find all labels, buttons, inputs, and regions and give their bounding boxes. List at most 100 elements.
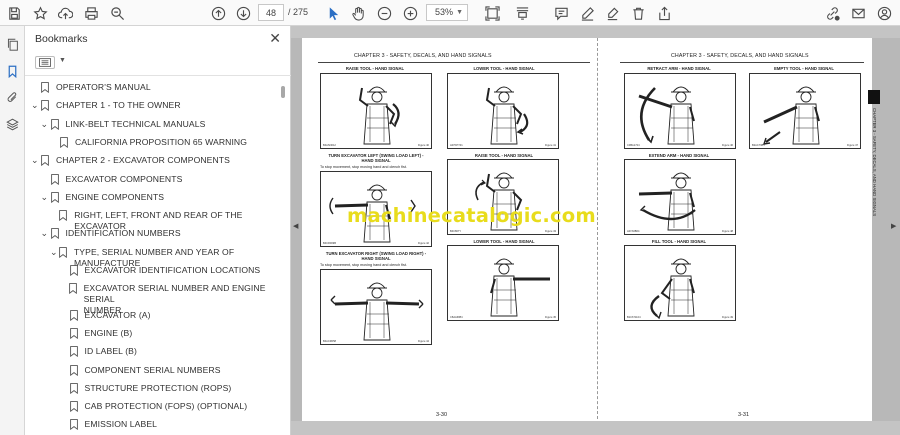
email-icon[interactable]: [848, 3, 868, 23]
left-header-rule: [318, 62, 590, 63]
next-page-icon[interactable]: [233, 3, 253, 23]
save-icon[interactable]: [4, 3, 24, 23]
figure-turn-right: B4ACR058 Figure 44: [320, 269, 432, 345]
bookmarks-icon[interactable]: [4, 63, 21, 80]
bookmark-label: CALIFORNIA PROPOSITION 65 WARNING: [75, 136, 248, 147]
search-icon[interactable]: [107, 3, 127, 23]
bookmark-icon: [41, 82, 49, 93]
upload-icon[interactable]: [55, 3, 75, 23]
bookmark-item[interactable]: EXCAVATOR COMPONENTS: [41, 174, 183, 190]
zoom-out-icon[interactable]: [374, 3, 394, 23]
zoom-level-select[interactable]: 53% ▼: [426, 4, 468, 21]
delete-icon[interactable]: [628, 3, 648, 23]
hand-signal-illustration: [485, 86, 529, 145]
bookmark-icon: [59, 210, 68, 222]
bookmark-item[interactable]: ⌄ CHAPTER 1 - TO THE OWNER: [31, 100, 181, 116]
bookmark-star-icon[interactable]: [30, 3, 50, 23]
main-toolbar: / 275 53%▼: [0, 0, 900, 26]
print-icon[interactable]: [81, 3, 101, 23]
bookmark-icon: [68, 283, 77, 295]
bookmark-item[interactable]: ENGINE (B): [60, 328, 133, 344]
chevron-down-icon[interactable]: ⌄: [41, 228, 51, 239]
bookmark-label: EMISSION LABEL: [84, 419, 158, 430]
figure-number: Figure 46: [722, 144, 733, 147]
figure-title: LOWER TOOL - HAND SIGNAL: [473, 239, 535, 244]
chevron-down-icon[interactable]: ⌄: [31, 155, 41, 166]
figure-number: Figure 41: [545, 144, 556, 147]
figure-code: B2AC79BY: [752, 144, 766, 147]
fit-page-icon[interactable]: [482, 3, 502, 23]
expand-panel-icon[interactable]: ▶: [891, 222, 896, 230]
chevron-down-icon[interactable]: ⌄: [41, 119, 51, 130]
bookmark-item[interactable]: STRUCTURE PROTECTION (ROPS): [60, 383, 232, 399]
bookmark-item[interactable]: CAB PROTECTION (FOPS) (OPTIONAL): [60, 401, 248, 417]
bookmark-item[interactable]: EMISSION LABEL: [60, 419, 158, 435]
bookmark-item[interactable]: ⌄ CHAPTER 2 - EXCAVATOR COMPONENTS: [31, 155, 230, 171]
bookmark-item[interactable]: EXCAVATOR IDENTIFICATION LOCATIONS: [60, 265, 261, 281]
figure-title: EMPTY TOOL - HAND SIGNAL: [774, 66, 834, 71]
close-icon[interactable]: ✕: [269, 30, 281, 47]
draw-pen-icon[interactable]: [577, 3, 597, 23]
figure-raise-tool: B4ASN012 Figure 40: [320, 73, 432, 149]
bookmark-item[interactable]: CALIFORNIA PROPOSITION 65 WARNING: [50, 137, 247, 153]
chevron-down-icon[interactable]: ⌄: [41, 192, 51, 203]
hand-pan-icon[interactable]: [348, 3, 368, 23]
figure-title: EXTEND ARM - HAND SIGNAL: [648, 153, 710, 158]
scroll-mode-icon[interactable]: [512, 3, 532, 23]
bookmark-label: OPERATOR'S MANUAL: [56, 82, 151, 92]
bookmark-icon: [50, 191, 59, 203]
attachments-icon[interactable]: [4, 89, 21, 106]
bookmark-item[interactable]: OPERATOR'S MANUAL: [31, 82, 151, 98]
comment-icon[interactable]: [551, 3, 571, 23]
bookmark-item[interactable]: EXCAVATOR (A): [60, 310, 151, 326]
chevron-down-icon[interactable]: ⌄: [31, 100, 41, 111]
figure-code: B4ACR058: [323, 340, 336, 343]
hand-signal-illustration: [638, 86, 695, 145]
prev-page-icon[interactable]: [208, 3, 228, 23]
bookmark-label: CAB PROTECTION (FOPS) (OPTIONAL): [84, 401, 248, 412]
left-page-number: 3-30: [436, 412, 448, 418]
bookmarks-header: Bookmarks ✕: [25, 26, 291, 52]
bookmark-icon: [69, 382, 78, 394]
bookmark-item[interactable]: RIGHT, LEFT, FRONT AND REAR OF THE EXCAV…: [50, 210, 279, 231]
page-number-input[interactable]: [258, 4, 284, 21]
account-icon[interactable]: [874, 3, 894, 23]
bookmark-item[interactable]: COMPONENT SERIAL NUMBERS: [60, 365, 221, 381]
figure-number: Figure 43: [545, 230, 556, 233]
bookmark-item[interactable]: ⌄ TYPE, SERIAL NUMBER AND YEAR OF MANUFAC…: [50, 247, 279, 268]
link-sign-icon[interactable]: [822, 3, 842, 23]
chapter-side-label: CHAPTER 3 - SAFETY, DECALS, AND HAND SIG…: [865, 108, 883, 268]
bookmarks-scrollbar[interactable]: [281, 86, 286, 431]
bookmark-label: CHAPTER 1 - TO THE OWNER: [56, 100, 181, 111]
figure-code: B4CR009B: [323, 242, 336, 245]
hand-signal-illustration: [490, 258, 550, 317]
figure-code: B1C671104: [627, 316, 641, 319]
chevron-down-icon[interactable]: ⌄: [50, 247, 59, 258]
bookmark-item[interactable]: EXCAVATOR SERIAL NUMBER AND ENGINE SERIA…: [60, 283, 280, 315]
chevron-down-icon[interactable]: ▼: [59, 57, 66, 64]
bookmark-item[interactable]: ⌄ ENGINE COMPONENTS: [41, 192, 165, 208]
hand-signal-illustration: [330, 282, 424, 341]
bookmark-item[interactable]: ID LABEL (B): [60, 346, 137, 362]
bookmark-item[interactable]: ⌄ IDENTIFICATION NUMBERS: [41, 228, 181, 244]
layers-icon[interactable]: [4, 116, 21, 133]
right-chapter-header: CHAPTER 3 - SAFETY, DECALS, AND HAND SIG…: [671, 53, 809, 59]
figure-lower-tool: A07KPY01 Figure 41: [447, 73, 559, 149]
page-spread: CHAPTER 3 - SAFETY, DECALS, AND HAND SIG…: [302, 38, 880, 424]
right-page-number: 3-31: [738, 412, 750, 418]
bookmark-options-button[interactable]: [35, 56, 55, 69]
copy-pages-icon[interactable]: [4, 36, 21, 53]
figure-extend-arm: A07A6B64 Figure 48: [624, 159, 736, 235]
zoom-in-icon[interactable]: [400, 3, 420, 23]
bookmark-item[interactable]: ⌄ LINK-BELT TECHNICAL MANUALS: [41, 119, 206, 135]
bookmark-icon: [41, 100, 49, 112]
scrollbar-thumb[interactable]: [281, 86, 285, 98]
document-viewport[interactable]: ◀ ▶ CHAPTER 3 - SAFETY, DECALS, AND HAND…: [291, 26, 900, 435]
share-icon[interactable]: [654, 3, 674, 23]
watermark: machinecatalogic.com: [347, 204, 596, 227]
highlight-icon[interactable]: [602, 3, 622, 23]
select-cursor-icon[interactable]: [323, 3, 343, 23]
bookmark-label: COMPONENT SERIAL NUMBERS: [84, 364, 221, 375]
bookmark-icon: [41, 155, 49, 167]
collapse-panel-icon[interactable]: ◀: [293, 222, 298, 230]
